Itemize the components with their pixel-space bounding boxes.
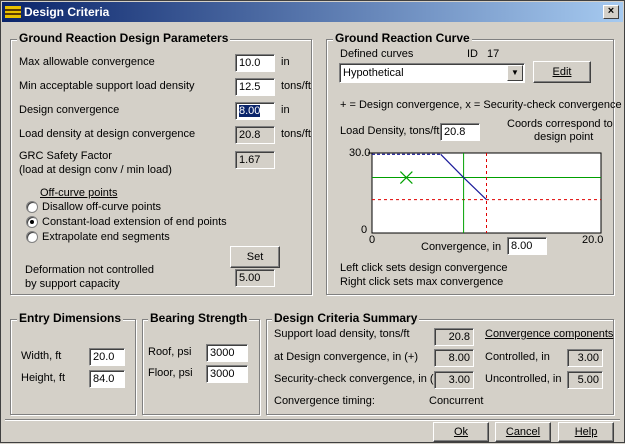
controlled-field: 3.00	[567, 349, 603, 367]
title-bar[interactable]: Design Criteria ×	[2, 2, 623, 22]
security-check-label: Security-check convergence, in (x)	[274, 373, 443, 385]
help-button[interactable]: Help	[558, 422, 614, 442]
components-title: Convergence components	[485, 328, 614, 340]
safety-factor-label: GRC Safety Factor	[19, 150, 112, 162]
curve-select-value: Hypothetical	[343, 67, 404, 79]
load-density-unit: tons/ft	[281, 128, 311, 140]
design-conv-field: 8.00	[434, 349, 474, 367]
edit-button[interactable]: Edit	[533, 61, 591, 83]
deformation-label: Deformation not controlled	[25, 264, 155, 276]
design-parameters-legend: Ground Reaction Design Parameters	[17, 31, 231, 45]
app-icon	[5, 6, 21, 18]
y-tick-bottom: 0	[361, 224, 368, 236]
max-convergence-field[interactable]: 10.0	[235, 54, 275, 72]
chart-legend-note: + = Design convergence, x = Security-che…	[340, 99, 622, 111]
controlled-label: Controlled, in	[485, 351, 550, 363]
curve-select[interactable]: Hypothetical ▼	[339, 63, 525, 83]
load-density-chart-label: Load Density, tons/ft	[340, 125, 440, 137]
deformation-field: 5.00	[235, 269, 275, 287]
uncontrolled-label: Uncontrolled, in	[485, 373, 562, 385]
offcurve-title: Off-curve points	[40, 187, 118, 199]
offcurve-radio-constant[interactable]	[26, 216, 38, 228]
bottom-separator	[5, 419, 620, 421]
uncontrolled-field: 5.00	[567, 371, 603, 389]
coords-note-2: design point	[534, 131, 594, 143]
design-convergence-label: Design convergence	[19, 104, 120, 116]
min-load-density-label: Min acceptable support load density	[19, 80, 195, 92]
roof-label: Roof, psi	[148, 346, 192, 358]
ground-reaction-curve-legend: Ground Reaction Curve	[333, 31, 472, 45]
x-axis-label: Convergence, in	[421, 241, 502, 253]
min-load-density-unit: tons/ft	[281, 80, 311, 92]
chart-hint-left: Left click sets design convergence	[340, 262, 508, 274]
timing-value: Concurrent	[429, 395, 484, 407]
roof-field[interactable]: 3000	[206, 344, 248, 362]
defined-curves-label: Defined curves	[340, 48, 414, 60]
width-field[interactable]: 20.0	[89, 348, 125, 366]
height-label: Height, ft	[21, 372, 66, 384]
convergence-chart-field[interactable]: 8.00	[507, 237, 547, 255]
curve-id-label: ID	[467, 48, 478, 60]
ok-button[interactable]: Ok	[433, 422, 489, 442]
entry-dimensions-legend: Entry Dimensions	[17, 311, 124, 325]
floor-label: Floor, psi	[148, 367, 193, 379]
offcurve-radio-extrapolate[interactable]	[26, 231, 38, 243]
offcurve-option-disallow[interactable]: Disallow off-curve points	[42, 201, 161, 213]
floor-field[interactable]: 3000	[206, 365, 248, 383]
chart-hint-right: Right click sets max convergence	[340, 276, 504, 288]
coords-note: Coords correspond to	[507, 118, 613, 130]
y-tick-top: 30.0	[349, 147, 371, 159]
design-criteria-dialog: Design Criteria × Ground Reaction Design…	[0, 0, 625, 443]
summary-legend: Design Criteria Summary	[272, 311, 420, 325]
safety-factor-sublabel: (load at design conv / min load)	[19, 164, 172, 176]
close-button[interactable]: ×	[603, 5, 619, 19]
security-check-field: 3.00	[434, 371, 474, 389]
deformation-sublabel: by support capacity	[25, 278, 120, 290]
design-conv-label: at Design convergence, in (+)	[274, 351, 418, 363]
load-density-field: 20.8	[235, 126, 275, 144]
max-convergence-label: Max allowable convergence	[19, 56, 155, 68]
max-convergence-unit: in	[281, 56, 290, 68]
design-convergence-unit: in	[281, 104, 290, 116]
width-label: Width, ft	[21, 350, 62, 362]
entry-dimensions-group	[10, 319, 136, 415]
bearing-strength-legend: Bearing Strength	[148, 311, 250, 325]
safety-factor-field: 1.67	[235, 151, 275, 169]
height-field[interactable]: 84.0	[89, 370, 125, 388]
offcurve-radio-disallow[interactable]	[26, 201, 38, 213]
set-button[interactable]: Set	[230, 246, 280, 268]
min-load-density-field[interactable]: 12.5	[235, 78, 275, 96]
timing-label: Convergence timing:	[274, 395, 375, 407]
design-convergence-field[interactable]: 8.00	[235, 102, 275, 120]
load-density-chart-field[interactable]: 20.8	[440, 123, 480, 141]
curve-id-value: 17	[487, 48, 500, 60]
offcurve-option-constant[interactable]: Constant-load extension of end points	[42, 216, 227, 228]
x-tick-left: 0	[369, 234, 376, 246]
offcurve-option-extrapolate[interactable]: Extrapolate end segments	[42, 231, 170, 243]
cancel-button[interactable]: Cancel	[495, 422, 551, 442]
support-load-label: Support load density, tons/ft	[274, 328, 410, 340]
support-load-field: 20.8	[434, 328, 474, 346]
chevron-down-icon[interactable]: ▼	[507, 65, 523, 81]
load-density-label: Load density at design convergence	[19, 128, 196, 140]
window-title: Design Criteria	[24, 5, 110, 19]
x-tick-right: 20.0	[582, 234, 604, 246]
